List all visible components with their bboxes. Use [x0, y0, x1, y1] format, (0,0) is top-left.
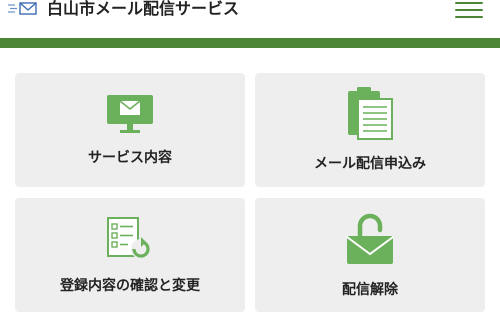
- registration-check-label: 登録内容の確認と変更: [60, 278, 200, 294]
- unsubscribe-card[interactable]: 配信解除: [255, 198, 485, 312]
- site-title: 白山市メール配信サービス: [47, 0, 240, 18]
- clipboard-icon: [348, 87, 393, 140]
- service-content-label: サービス内容: [88, 150, 172, 166]
- mail-subscribe-card[interactable]: メール配信申込み: [255, 73, 485, 187]
- service-content-card[interactable]: サービス内容: [15, 73, 245, 187]
- hamburger-menu-button[interactable]: [455, 0, 483, 20]
- unlocked-mail-icon: [346, 213, 394, 264]
- registration-check-card[interactable]: 登録内容の確認と変更: [15, 198, 245, 312]
- checklist-refresh-icon: [107, 217, 151, 259]
- unsubscribe-label: 配信解除: [342, 282, 398, 298]
- header: 白山市メール配信サービス: [0, 0, 500, 38]
- header-accent-bar: [0, 38, 500, 48]
- monitor-mail-icon: [107, 95, 153, 133]
- mail-subscribe-label: メール配信申込み: [314, 156, 426, 172]
- mail-logo-icon: [8, 2, 37, 15]
